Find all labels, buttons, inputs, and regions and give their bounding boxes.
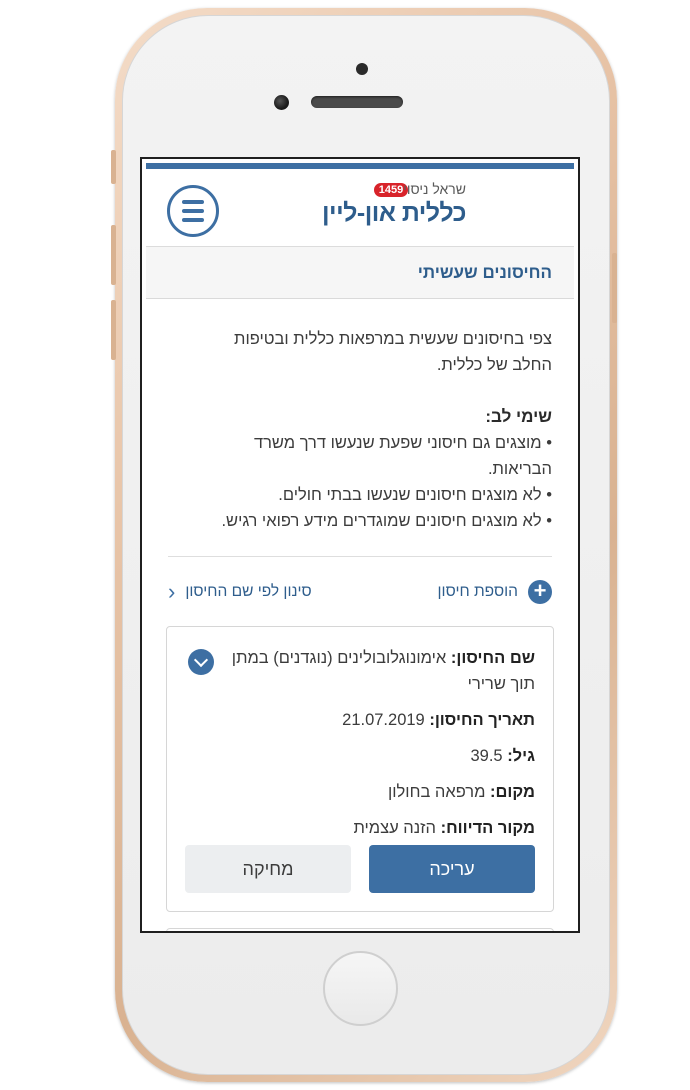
intro-text: צפי בחיסונים שעשית במרפאות כללית ובטיפות… — [168, 326, 552, 378]
filter-label: סינון לפי שם החיסון — [185, 582, 312, 600]
proximity-sensor — [356, 63, 368, 75]
vaccine-date-value: 21.07.2019 — [342, 711, 425, 729]
vaccine-date-row: תאריך החיסון: 21.07.2019 — [185, 707, 535, 733]
delete-button[interactable]: מחיקה — [185, 845, 351, 893]
card-buttons: עריכה מחיקה — [185, 845, 535, 893]
source-row: מקור הדיווח: הזנה עצמית — [185, 815, 535, 841]
source-label: מקור הדיווח: — [440, 819, 535, 837]
vaccine-date-label: תאריך החיסון: — [429, 711, 535, 729]
age-value: 39.5 — [470, 747, 503, 765]
notice-item: לא מוצגים חיסונים שנעשו בבתי חולים. — [168, 482, 552, 508]
front-camera-icon — [274, 95, 289, 110]
vaccine-name-label: שם החיסון: — [450, 649, 535, 667]
mute-switch — [111, 150, 116, 184]
chevron-left-icon: ‹ — [168, 578, 176, 604]
hamburger-menu-icon[interactable] — [167, 185, 219, 237]
next-vaccine-card — [166, 928, 554, 931]
actions-row: + הוספת חיסון סינון לפי שם החיסון ‹ — [168, 556, 552, 626]
intro-line: החלב של כללית. — [436, 356, 552, 374]
vaccine-name-row: שם החיסון: אימונוגלובולינים (נוגדנים) במ… — [185, 645, 535, 697]
place-label: מקום: — [490, 783, 535, 801]
vaccine-card: שם החיסון: אימונוגלובולינים (נוגדנים) במ… — [166, 626, 554, 912]
edit-button[interactable]: עריכה — [369, 845, 535, 893]
notice-item: מוצגים גם חיסוני שפעת שנעשו דרך משרד — [168, 430, 552, 456]
filter-by-name-button[interactable]: סינון לפי שם החיסון ‹ — [168, 579, 312, 605]
place-row: מקום: מרפאה בחולון — [185, 779, 535, 805]
section-header: החיסונים שעשיתי — [146, 247, 574, 299]
add-vaccine-button[interactable]: + הוספת חיסון — [437, 579, 552, 604]
source-value: הזנה עצמית — [353, 819, 436, 837]
volume-up-button — [111, 225, 116, 285]
notice-title: שימי לב: — [485, 407, 552, 426]
plus-circle-icon: + — [528, 579, 552, 604]
intro-line: צפי בחיסונים שעשית במרפאות כללית ובטיפות — [234, 330, 552, 348]
chevron-down-icon[interactable] — [188, 649, 214, 675]
home-button[interactable] — [323, 951, 398, 1026]
app-header: שראל ניסוי1459 כללית און-ליין — [146, 169, 574, 247]
power-button — [612, 253, 617, 323]
age-label: גיל: — [507, 747, 535, 765]
brand-title[interactable]: כללית און-ליין — [322, 199, 467, 228]
volume-down-button — [111, 300, 116, 360]
page-title: החיסונים שעשיתי — [417, 262, 552, 282]
age-row: גיל: 39.5 — [185, 743, 535, 769]
main-content: צפי בחיסונים שעשית במרפאות כללית ובטיפות… — [142, 326, 578, 626]
notice-item-continuation: הבריאות. — [487, 460, 552, 478]
notice-item: לא מוצגים חיסונים שמוגדרים מידע רפואי רג… — [168, 508, 552, 534]
user-line: שראל ניסוי1459 — [322, 181, 466, 198]
app-screen: שראל ניסוי1459 כללית און-ליין החיסונים ש… — [140, 157, 580, 933]
notice-list: מוצגים גם חיסוני שפעת שנעשו דרך משרד הבר… — [168, 430, 552, 534]
add-vaccine-label: הוספת חיסון — [437, 582, 518, 600]
place-value: מרפאה בחולון — [387, 783, 486, 801]
header-text: שראל ניסוי1459 כללית און-ליין — [322, 181, 467, 228]
earpiece-speaker — [311, 96, 403, 108]
user-name: שראל ניסוי — [403, 181, 466, 197]
